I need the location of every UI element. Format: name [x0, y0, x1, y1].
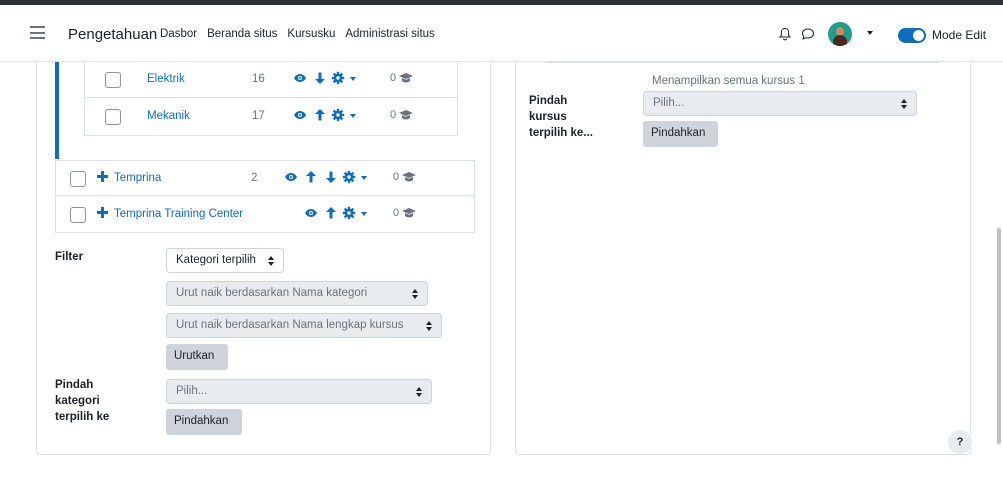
nav-item-dasbor[interactable]: Dasbor: [160, 28, 197, 40]
category-name[interactable]: Temprina: [114, 172, 161, 184]
course-count: 0: [393, 207, 400, 219]
notification-bell-icon[interactable]: [778, 27, 792, 41]
edit-mode-label: Mode Edit: [932, 28, 987, 42]
graduation-cap-icon: [398, 109, 414, 121]
actions-caret-icon[interactable]: [361, 212, 367, 216]
category-name[interactable]: Mekanik: [147, 110, 190, 122]
site-brand[interactable]: Pengetahuan: [68, 26, 157, 43]
expanded-category-indicator: [55, 62, 59, 159]
select-value: Pilih...: [176, 385, 208, 397]
arrow-up-icon[interactable]: [324, 206, 338, 220]
sort-course-select[interactable]: Urut naik berdasarkan Nama lengkap kursu…: [166, 313, 442, 338]
category-name[interactable]: Temprina Training Center: [114, 208, 243, 220]
graduation-cap-icon: [401, 207, 417, 219]
eye-icon[interactable]: [304, 206, 318, 220]
select-value: Pilih...: [653, 97, 685, 109]
select-arrows-icon: [416, 387, 422, 397]
nav-item-administrasi-situs[interactable]: Administrasi situs: [345, 28, 434, 40]
nav-item-beranda-situs[interactable]: Beranda situs: [207, 28, 277, 40]
graduation-cap-icon: [401, 171, 417, 183]
menu-icon[interactable]: [30, 26, 45, 39]
select-arrows-icon: [901, 99, 907, 109]
category-checkbox[interactable]: [70, 207, 86, 223]
gear-icon[interactable]: [331, 108, 345, 122]
move-courses-label: Pindah kursus terpilih ke...: [529, 95, 593, 139]
category-filter-select[interactable]: Kategori terpilih: [166, 248, 284, 273]
course-count: 0: [393, 171, 400, 183]
courses-panel-divider: [545, 62, 940, 63]
actions-caret-icon[interactable]: [361, 176, 367, 180]
actions-caret-icon[interactable]: [350, 77, 356, 81]
select-arrows-icon: [268, 256, 274, 266]
gear-icon[interactable]: [331, 71, 345, 85]
select-value: Kategori terpilih: [176, 254, 256, 266]
page-scrollbar[interactable]: [997, 228, 1001, 444]
select-arrows-icon: [426, 321, 432, 331]
arrow-down-icon[interactable]: [324, 170, 338, 184]
select-value: Urut naik berdasarkan Nama kategori: [176, 287, 368, 299]
category-count: 16: [252, 73, 265, 85]
category-row-temprina: Temprina 2 0: [55, 160, 475, 196]
graduation-cap-icon: [398, 72, 414, 84]
sort-button[interactable]: Urutkan: [166, 344, 228, 370]
eye-icon[interactable]: [293, 71, 307, 85]
sort-category-select[interactable]: Urut naik berdasarkan Nama kategori: [166, 281, 428, 306]
category-row-mekanik: Mekanik 17 0: [85, 99, 457, 135]
user-avatar[interactable]: [828, 22, 852, 46]
move-category-button[interactable]: Pindahkan: [166, 409, 242, 435]
expand-plus-icon[interactable]: [97, 206, 109, 220]
arrow-up-icon[interactable]: [304, 170, 318, 184]
move-courses-button[interactable]: Pindahkan: [643, 121, 718, 147]
eye-icon[interactable]: [284, 170, 298, 184]
category-row-elektrik: Elektrik 16 0: [85, 62, 457, 98]
user-menu-caret-icon[interactable]: [867, 31, 873, 35]
edit-mode-toggle[interactable]: [898, 28, 926, 43]
category-count: 17: [252, 110, 265, 122]
course-count: 0: [390, 72, 397, 84]
courses-info-text: Menampilkan semua kursus 1: [652, 75, 805, 87]
course-count: 0: [390, 109, 397, 121]
move-category-label: Pindah kategori terpilih ke: [55, 379, 110, 423]
arrow-up-icon[interactable]: [313, 108, 327, 122]
category-checkbox[interactable]: [105, 109, 121, 125]
category-checkbox[interactable]: [105, 72, 121, 88]
move-courses-select[interactable]: Pilih...: [643, 91, 917, 116]
nav-item-kursusku[interactable]: Kursusku: [287, 28, 335, 40]
expand-plus-icon[interactable]: [97, 170, 109, 184]
gear-icon[interactable]: [342, 170, 356, 184]
help-button[interactable]: ?: [948, 430, 972, 454]
select-value: Urut naik berdasarkan Nama lengkap kursu…: [176, 319, 404, 331]
category-row-temprina-training-center: Temprina Training Center 0: [55, 197, 475, 233]
top-border: [0, 0, 1003, 5]
category-count: 2: [251, 172, 258, 184]
primary-nav: Dasbor Beranda situs Kursusku Administra…: [160, 28, 435, 40]
messages-icon[interactable]: [801, 27, 815, 41]
category-name[interactable]: Elektrik: [147, 73, 185, 85]
move-category-select[interactable]: Pilih...: [166, 379, 432, 404]
eye-icon[interactable]: [293, 108, 307, 122]
gear-icon[interactable]: [342, 206, 356, 220]
top-navbar: Pengetahuan Dasbor Beranda situs Kursusk…: [0, 0, 1003, 62]
filter-label: Filter: [55, 251, 84, 263]
arrow-down-icon[interactable]: [313, 71, 327, 85]
category-checkbox[interactable]: [70, 171, 86, 187]
select-arrows-icon: [412, 289, 418, 299]
actions-caret-icon[interactable]: [350, 114, 356, 118]
